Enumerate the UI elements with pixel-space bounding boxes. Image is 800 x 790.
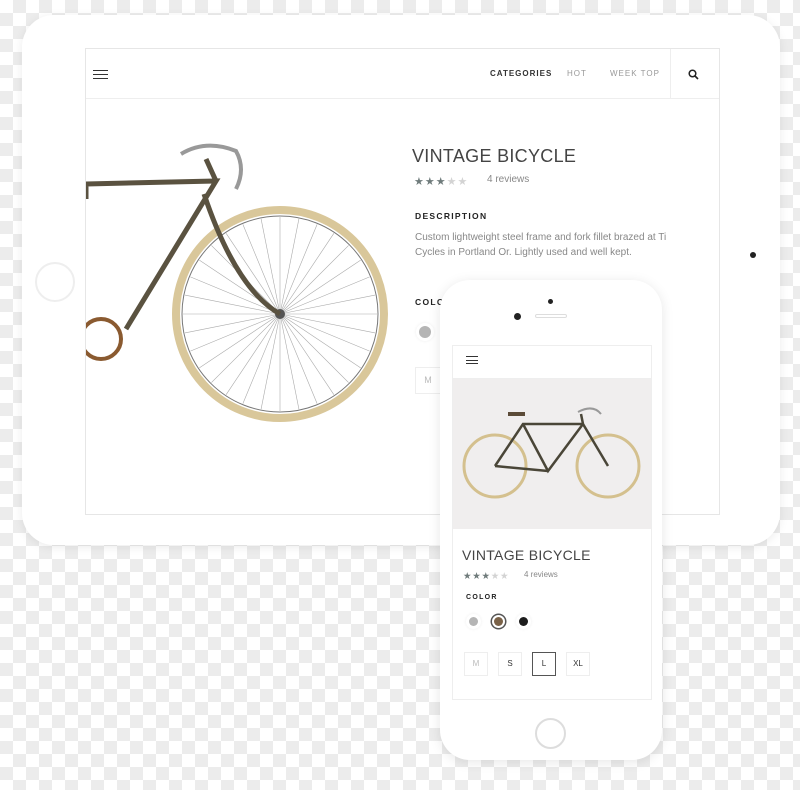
star-icon: ★ bbox=[414, 176, 424, 188]
product-image bbox=[453, 379, 651, 529]
nav-hot[interactable]: HOT bbox=[567, 69, 587, 78]
nav-categories[interactable]: CATEGORIES bbox=[490, 69, 552, 78]
search-icon[interactable] bbox=[688, 69, 699, 80]
color-swatch-gray[interactable] bbox=[469, 617, 478, 626]
color-swatch-black[interactable] bbox=[519, 617, 528, 626]
nav-divider bbox=[670, 49, 671, 99]
color-heading: COLOR bbox=[466, 594, 498, 601]
color-swatch-brown[interactable] bbox=[494, 617, 503, 626]
hamburger-icon[interactable] bbox=[466, 356, 478, 364]
size-option-xl[interactable]: XL bbox=[566, 652, 590, 676]
star-icon: ★ bbox=[457, 176, 468, 188]
rating-stars: ★★★★★ bbox=[463, 568, 509, 583]
size-option-m[interactable]: M bbox=[464, 652, 488, 676]
star-icon: ★ bbox=[446, 176, 457, 188]
top-nav: CATEGORIES HOT WEEK TOP bbox=[86, 49, 719, 99]
bicycle-image bbox=[86, 143, 388, 422]
rating-stars: ★★★★★ bbox=[414, 172, 468, 190]
description-text: Custom lightweight steel frame and fork … bbox=[415, 232, 667, 258]
tablet-home-button[interactable] bbox=[35, 262, 75, 302]
phone-screen: VINTAGE BICYCLE ★★★★★ 4 reviews COLOR M … bbox=[452, 345, 652, 700]
star-icon: ★ bbox=[435, 176, 446, 188]
review-count[interactable]: 4 reviews bbox=[524, 570, 558, 579]
phone-home-button[interactable] bbox=[535, 718, 566, 749]
star-icon: ★ bbox=[424, 176, 435, 188]
size-option-l[interactable]: L bbox=[532, 652, 556, 676]
star-icon: ★ bbox=[463, 571, 472, 582]
nav-week-top[interactable]: WEEK TOP bbox=[610, 69, 660, 78]
review-count[interactable]: 4 reviews bbox=[487, 174, 529, 185]
size-option-s[interactable]: S bbox=[498, 652, 522, 676]
star-icon: ★ bbox=[472, 571, 481, 582]
product-title: VINTAGE BICYCLE bbox=[412, 146, 577, 166]
product-title: VINTAGE BICYCLE bbox=[462, 547, 591, 563]
phone-speaker bbox=[535, 314, 567, 318]
phone-device: VINTAGE BICYCLE ★★★★★ 4 reviews COLOR M … bbox=[440, 280, 662, 760]
bicycle-image bbox=[462, 407, 641, 499]
star-icon: ★ bbox=[499, 571, 509, 582]
description-heading: DESCRIPTION bbox=[415, 211, 488, 221]
phone-sensor bbox=[548, 299, 553, 304]
color-swatch-gray[interactable] bbox=[419, 326, 431, 338]
star-icon: ★ bbox=[490, 571, 500, 582]
size-option-m[interactable]: M bbox=[415, 367, 441, 394]
hamburger-icon[interactable] bbox=[93, 70, 108, 79]
phone-nav bbox=[453, 346, 651, 379]
tablet-camera bbox=[750, 252, 756, 258]
star-icon: ★ bbox=[481, 571, 490, 582]
phone-camera bbox=[514, 313, 521, 320]
